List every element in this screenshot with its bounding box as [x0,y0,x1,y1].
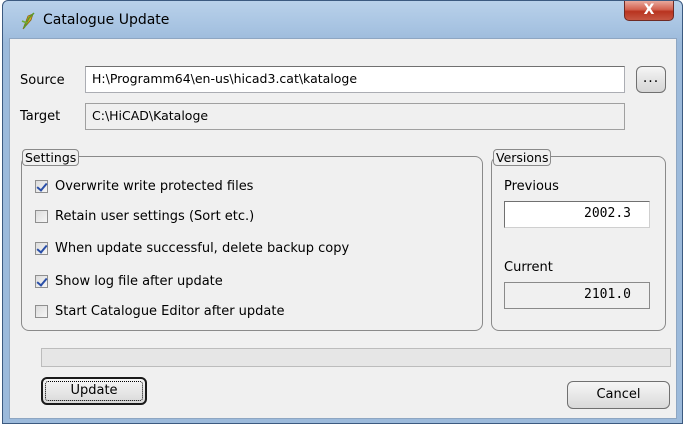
option-overwrite-protected[interactable]: Overwrite write protected files [35,177,253,195]
option-label: Start Catalogue Editor after update [55,303,285,319]
browse-button[interactable]: ... [636,66,666,93]
retain-user-settings-checkbox[interactable] [35,209,48,223]
show-log-checkbox[interactable] [35,274,48,288]
title-bar[interactable]: Catalogue Update X [3,1,682,39]
versions-group-title: Versions [493,149,552,166]
option-delete-backup[interactable]: When update successful, delete backup co… [35,239,349,257]
option-label: Overwrite write protected files [55,178,254,194]
option-retain-user-settings[interactable]: Retain user settings (Sort etc.) [35,207,254,225]
source-path-field[interactable]: H:\Programm64\en-us\hicad3.cat\kataloge [85,66,625,93]
option-show-log[interactable]: Show log file after update [35,272,223,290]
cancel-button-label: Cancel [596,387,641,402]
previous-version-value: 2002.3 [504,201,650,228]
hicad-app-icon [21,12,35,30]
dialog-body: Source H:\Programm64\en-us\hicad3.cat\ka… [9,38,677,419]
start-editor-checkbox[interactable] [35,304,48,318]
catalogue-update-window: Catalogue Update X Source H:\Programm64\… [2,0,683,424]
update-button[interactable]: Update [41,377,147,405]
delete-backup-checkbox[interactable] [35,241,48,255]
focus-ring [45,381,143,401]
cancel-button[interactable]: Cancel [567,381,670,409]
option-label: When update successful, delete backup co… [55,240,350,256]
option-start-editor[interactable]: Start Catalogue Editor after update [35,302,284,320]
option-label: Retain user settings (Sort etc.) [55,208,255,224]
close-button[interactable]: X [624,1,674,21]
current-version-value: 2101.0 [504,282,650,309]
target-path-field[interactable]: C:\HiCAD\Kataloge [85,103,625,130]
current-version-label: Current [504,260,553,275]
ellipsis-icon: ... [642,70,660,86]
window-title: Catalogue Update [43,12,170,28]
source-label: Source [20,73,65,88]
target-label: Target [20,109,61,124]
close-icon: X [643,2,655,18]
update-progress-bar [41,348,671,367]
previous-version-label: Previous [504,179,559,194]
option-label: Show log file after update [55,273,223,289]
settings-group-title: Settings [22,149,80,166]
overwrite-protected-checkbox[interactable] [35,179,48,193]
